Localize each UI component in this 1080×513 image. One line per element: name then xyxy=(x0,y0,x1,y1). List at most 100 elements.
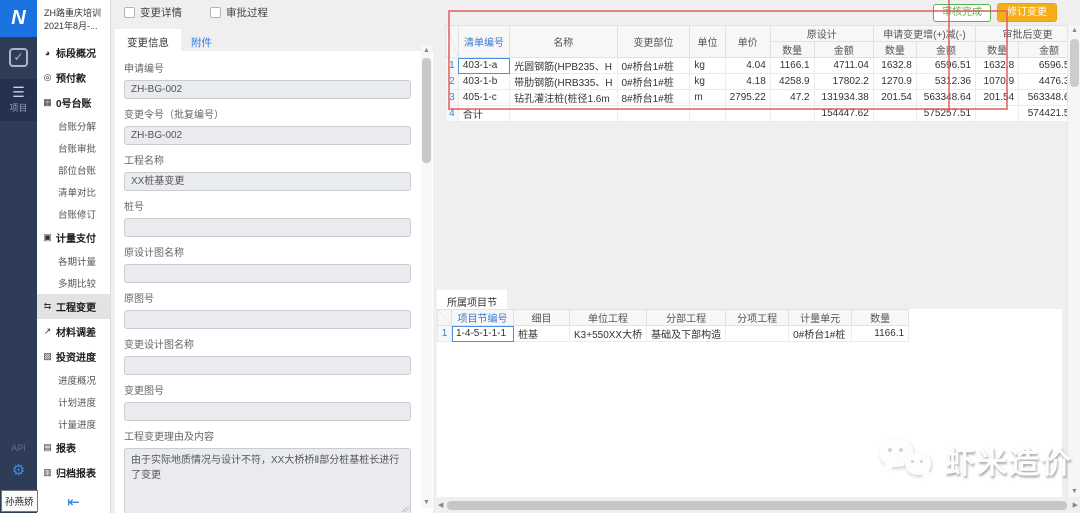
checkbox-box[interactable] xyxy=(210,7,221,18)
cell-req-amt[interactable]: 563348.64 xyxy=(916,90,975,106)
cell-qty[interactable]: 1166.1 xyxy=(852,326,909,342)
sidebar-item-ledger0[interactable]: ▦0号台账 xyxy=(37,90,110,115)
right-scrollbar[interactable]: ▲ ▼ xyxy=(1067,25,1080,497)
sidebar-item-prepayment[interactable]: ◎预付款 xyxy=(37,65,110,90)
original-drawing-number-field[interactable] xyxy=(124,310,411,329)
checkbox-box[interactable] xyxy=(124,7,135,18)
sidebar-item-multi-period-compare[interactable]: 多期比较 xyxy=(37,272,110,294)
sidebar-collapse-icon[interactable]: ⇤ xyxy=(37,493,110,511)
sidebar-item-report[interactable]: ▤报表 xyxy=(37,435,110,460)
cell-measure-unit[interactable]: 0#桥台1#桩 xyxy=(789,326,852,342)
cell-name[interactable]: 钻孔灌注桩(桩径1.6m xyxy=(510,90,617,106)
sidebar-item-material-adjust[interactable]: ↗材料调差 xyxy=(37,319,110,344)
sub-header-amt: 金额 xyxy=(916,42,975,58)
scroll-up-icon[interactable]: ▲ xyxy=(1068,27,1080,34)
top-checkbox-row: 变更详情 审批过程 xyxy=(124,5,268,20)
cell-orig-amt[interactable]: 131934.38 xyxy=(814,90,873,106)
cell-orig-qty[interactable]: 1166.1 xyxy=(770,58,814,74)
field-label: 变更令号（批复编号） xyxy=(124,106,411,121)
group-header-original: 原设计 xyxy=(770,26,873,42)
cell-req-qty[interactable]: 1270.9 xyxy=(873,74,916,90)
change-drawing-number-field[interactable] xyxy=(124,402,411,421)
cell-unit[interactable]: kg xyxy=(690,74,725,90)
col-header-division: 分部工程 xyxy=(647,310,726,326)
sidebar-item-overview[interactable]: ◕标段概况 xyxy=(37,40,110,65)
cell-total-label: 合计 xyxy=(458,106,509,122)
change-order-number-field[interactable]: ZH-BG-002 xyxy=(124,126,411,145)
scrollbar-thumb[interactable] xyxy=(447,501,1067,510)
cell-unit[interactable]: kg xyxy=(690,58,725,74)
rail-item-project[interactable]: ☰ 项目 xyxy=(0,79,37,121)
scroll-down-icon[interactable]: ▼ xyxy=(421,499,432,506)
scroll-up-icon[interactable]: ▲ xyxy=(421,47,432,54)
change-drawing-name-field[interactable] xyxy=(124,356,411,375)
change-reason-textarea[interactable]: 由于实际地质情况与设计不符，XX大桥桥Ⅱ部分桩基桩长进行了变更 xyxy=(124,448,411,513)
scrollbar-thumb[interactable] xyxy=(1070,39,1079,87)
sidebar-item-engineering-change[interactable]: ⇆工程变更 xyxy=(37,294,110,319)
cell-appr-qty[interactable]: 1632.8 xyxy=(976,58,1019,74)
cell-part[interactable]: 8#桥台1#桩 xyxy=(617,90,690,106)
scroll-down-icon[interactable]: ▼ xyxy=(1068,488,1080,495)
sidebar-item-list-compare[interactable]: 清单对比 xyxy=(37,181,110,203)
cell-name[interactable]: 光圆钢筋(HPB235、H xyxy=(510,58,617,74)
app-logo[interactable]: N xyxy=(0,0,37,37)
col-header-code[interactable]: 清单编号 xyxy=(458,26,509,58)
sidebar-item-part-ledger[interactable]: 部位台账 xyxy=(37,159,110,181)
tasks-check-icon[interactable]: ✓ xyxy=(9,48,28,67)
project-label: 项目 xyxy=(0,101,37,114)
scrollbar-thumb[interactable] xyxy=(422,58,431,163)
cell-orig-amt[interactable]: 17802.2 xyxy=(814,74,873,90)
cell-division[interactable]: 基础及下部构造 xyxy=(647,326,726,342)
sidebar-item-period-measure[interactable]: 各期计量 xyxy=(37,250,110,272)
revise-change-button[interactable]: 修订变更 xyxy=(997,3,1057,22)
sidebar-item-plan-progress[interactable]: 计划进度 xyxy=(37,391,110,413)
review-done-button[interactable]: 审核完成 xyxy=(933,4,991,22)
sidebar-item-measure-progress[interactable]: 计量进度 xyxy=(37,413,110,435)
stake-number-field[interactable] xyxy=(124,218,411,237)
sidebar-item-investment-progress[interactable]: ▨投资进度 xyxy=(37,344,110,369)
cell-code[interactable]: 405-1-c xyxy=(458,90,509,106)
cell-req-qty[interactable]: 201.54 xyxy=(873,90,916,106)
project-name-field[interactable]: XX桩基变更 xyxy=(124,172,411,191)
cell-appr-qty[interactable]: 201.54 xyxy=(976,90,1019,106)
cell-subdivision[interactable] xyxy=(726,326,789,342)
cell-part[interactable]: 0#桥台1#桩 xyxy=(617,58,690,74)
cell-code[interactable]: 403-1-a xyxy=(458,58,509,74)
cell-appr-qty[interactable]: 1070.9 xyxy=(976,74,1019,90)
sidebar-item-measure-pay[interactable]: ▣计量支付 xyxy=(37,225,110,250)
sidebar-item-ledger-approval[interactable]: 台账审批 xyxy=(37,137,110,159)
cell-part[interactable]: 0#桥台1#桩 xyxy=(617,74,690,90)
col-header-node-code[interactable]: 项目节编号 xyxy=(452,310,514,326)
cell-orig-amt[interactable]: 4711.04 xyxy=(814,58,873,74)
approval-process-checkbox[interactable]: 审批过程 xyxy=(210,5,268,20)
cell-item[interactable]: 桩基 xyxy=(514,326,570,342)
cell-orig-qty[interactable]: 4258.9 xyxy=(770,74,814,90)
user-name-badge[interactable]: 孙燕娇 xyxy=(1,490,38,512)
change-detail-checkbox[interactable]: 变更详情 xyxy=(124,5,182,20)
cell-price[interactable]: 4.04 xyxy=(725,58,770,74)
cell-unit-project[interactable]: K3+550XX大桥 xyxy=(570,326,647,342)
scroll-left-icon[interactable]: ◀ xyxy=(438,501,443,509)
original-drawing-name-field[interactable] xyxy=(124,264,411,283)
settings-gear-icon[interactable]: ⚙ xyxy=(0,461,37,479)
cell-unit[interactable]: m xyxy=(690,90,725,106)
cell-price[interactable]: 2795.22 xyxy=(725,90,770,106)
cell-code[interactable]: 403-1-b xyxy=(458,74,509,90)
sidebar-item-ledger-breakdown[interactable]: 台账分解 xyxy=(37,115,110,137)
cell-req-amt[interactable]: 5312.36 xyxy=(916,74,975,90)
cell-name[interactable]: 带肋钢筋(HRB335、H xyxy=(510,74,617,90)
scroll-right-icon[interactable]: ▶ xyxy=(1073,501,1078,509)
cell-orig-qty[interactable]: 47.2 xyxy=(770,90,814,106)
group-header-approved: 审批后变更 xyxy=(976,26,1080,42)
apply-number-field[interactable]: ZH-BG-002 xyxy=(124,80,411,99)
sidebar-item-ledger-revision[interactable]: 台账修订 xyxy=(37,203,110,225)
horizontal-scrollbar[interactable]: ◀ ▶ xyxy=(437,500,1080,511)
cell-price[interactable]: 4.18 xyxy=(725,74,770,90)
cell-req-qty[interactable]: 1632.8 xyxy=(873,58,916,74)
cell-node-code[interactable]: 1-4-5-1-1-1 xyxy=(452,326,514,342)
resize-grip-icon[interactable] xyxy=(402,505,409,512)
sidebar-item-archive-report[interactable]: ▥归档报表 xyxy=(37,460,110,485)
cell-req-amt[interactable]: 6596.51 xyxy=(916,58,975,74)
form-scrollbar[interactable]: ▲ ▼ xyxy=(421,45,432,508)
sidebar-item-progress-overview[interactable]: 进度概况 xyxy=(37,369,110,391)
